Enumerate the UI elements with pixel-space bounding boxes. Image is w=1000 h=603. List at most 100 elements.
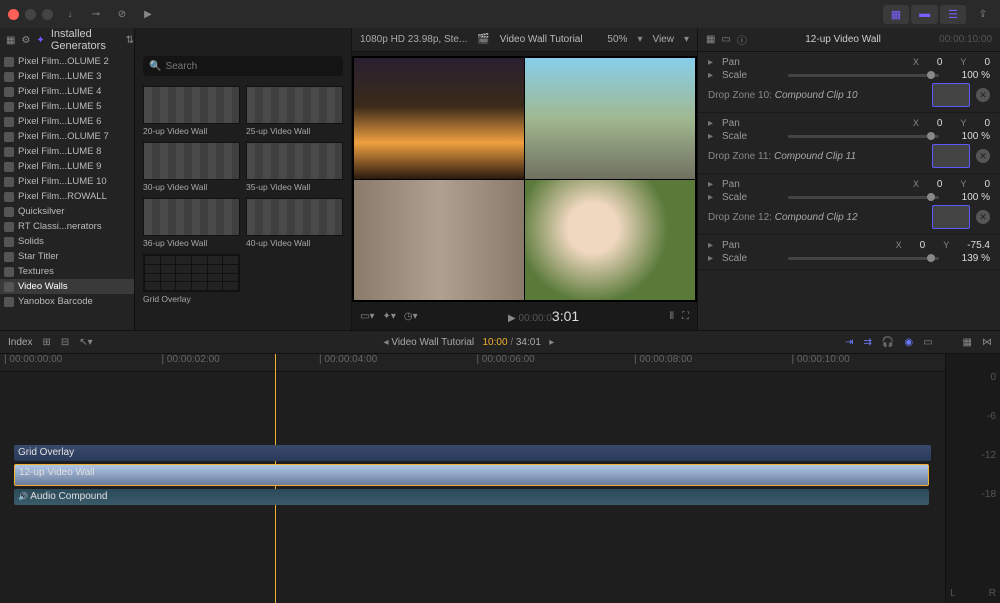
generator-item[interactable]: 30-up Video Wall xyxy=(143,142,240,192)
chevron-down-icon[interactable]: ▾ xyxy=(684,34,689,45)
library-icon[interactable]: ▦ xyxy=(6,35,15,46)
clip-appearance-icon[interactable]: ▭ xyxy=(923,337,932,348)
viewer-quadrant xyxy=(354,180,524,301)
generator-label: 36-up Video Wall xyxy=(143,238,240,248)
clear-icon[interactable]: ✕ xyxy=(976,88,990,102)
generator-label: 20-up Video Wall xyxy=(143,126,240,136)
generator-label: 30-up Video Wall xyxy=(143,182,240,192)
index-button[interactable]: Index xyxy=(8,337,32,348)
workspace-buttons: ▦ ▬ ☰ xyxy=(883,5,966,24)
clip-main[interactable]: 12-up Video Wall xyxy=(14,464,929,486)
snap-icon[interactable]: ⇥ xyxy=(845,337,853,348)
project-name: Video Wall Tutorial xyxy=(500,34,583,45)
import-icon[interactable]: ↓ xyxy=(61,9,79,20)
video-tab-icon[interactable]: ▦ xyxy=(706,34,715,45)
titlebar: ↓ ⊸ ⊘ ▶ ▦ ▬ ☰ ⇪ xyxy=(0,0,1000,28)
sidebar-item[interactable]: Pixel Film...LUME 4 xyxy=(0,84,134,99)
sort-icon[interactable]: ⇅ xyxy=(126,35,134,46)
drop-zone-group: ▸PanX0Y0▸Scale100 %Drop Zone 12: Compoun… xyxy=(698,174,1000,235)
clip-duration: 00:00:10:00 xyxy=(939,34,992,45)
generator-label: 40-up Video Wall xyxy=(246,238,343,248)
inspector-toggle[interactable]: ☰ xyxy=(940,5,966,24)
share-icon[interactable]: ⇪ xyxy=(974,9,992,20)
effects-browser-icon[interactable]: ▦ xyxy=(963,337,972,348)
adjust-icon[interactable]: ▭▾ xyxy=(360,311,374,322)
view-menu[interactable]: View xyxy=(652,34,674,45)
keyword-icon[interactable]: ⊸ xyxy=(87,9,105,20)
sidebar-item[interactable]: Pixel Film...LUME 6 xyxy=(0,114,134,129)
generator-item[interactable]: Grid Overlay xyxy=(143,254,240,304)
generator-item[interactable]: 20-up Video Wall xyxy=(143,86,240,136)
sidebar-item[interactable]: Pixel Film...LUME 3 xyxy=(0,69,134,84)
timeline[interactable]: | 00:00:00:00| 00:00:02:00| 00:00:04:00|… xyxy=(0,354,1000,603)
minimize-icon[interactable] xyxy=(25,9,36,20)
sidebar-item[interactable]: Pixel Film...OLUME 7 xyxy=(0,129,134,144)
sidebar-item[interactable]: Pixel Film...ROWALL xyxy=(0,189,134,204)
history-back-icon[interactable]: ◂ xyxy=(384,337,389,348)
sidebar-item[interactable]: Pixel Film...LUME 8 xyxy=(0,144,134,159)
viewer-quadrant xyxy=(525,58,695,179)
timecode[interactable]: 00:00:03:01 xyxy=(519,313,580,324)
sidebar-item[interactable]: Solids xyxy=(0,234,134,249)
viewer-canvas[interactable] xyxy=(352,56,697,302)
retime-icon[interactable]: ◷▾ xyxy=(404,311,418,322)
arrow-tool-icon[interactable]: ↖▾ xyxy=(79,337,92,348)
sidebar-item[interactable]: Pixel Film...LUME 10 xyxy=(0,174,134,189)
loop-icon[interactable]: ⦀ xyxy=(670,311,674,322)
sidebar-item[interactable]: Star Titler xyxy=(0,249,134,264)
timeline-project: Video Wall Tutorial xyxy=(391,337,474,348)
history-fwd-icon[interactable]: ▸ xyxy=(544,337,555,348)
sidebar-item[interactable]: Quicksilver xyxy=(0,204,134,219)
generator-item[interactable]: 35-up Video Wall xyxy=(246,142,343,192)
effects-icon[interactable]: ✦▾ xyxy=(382,311,395,322)
bg-tasks-icon[interactable]: ⊘ xyxy=(113,9,131,20)
play-icon[interactable]: ▶ xyxy=(139,9,157,20)
timeline-current: 10:00 xyxy=(483,337,508,348)
drop-zone-thumb[interactable] xyxy=(932,83,970,107)
search-icon: 🔍 xyxy=(149,61,161,72)
sidebar-item[interactable]: RT Classi...nerators xyxy=(0,219,134,234)
browser-title[interactable]: Installed Generators xyxy=(51,28,120,52)
play-button[interactable]: ▶ xyxy=(508,313,516,324)
browser-header: ▦ ⚙ ✦ Installed Generators ⇅ xyxy=(0,28,134,52)
trim-icon[interactable]: ⊞ xyxy=(42,337,50,348)
solo-icon[interactable]: ◉ xyxy=(904,337,913,348)
generators-icon[interactable]: ✦ xyxy=(36,35,44,46)
clear-icon[interactable]: ✕ xyxy=(976,210,990,224)
drop-zone-thumb[interactable] xyxy=(932,205,970,229)
generator-tab-icon[interactable]: ▭ xyxy=(721,34,730,45)
drop-zone-thumb[interactable] xyxy=(932,144,970,168)
time-ruler[interactable]: | 00:00:00:00| 00:00:02:00| 00:00:04:00|… xyxy=(0,354,945,372)
skimming-icon[interactable]: ⇉ xyxy=(864,337,872,348)
sidebar-item[interactable]: Video Walls xyxy=(0,279,134,294)
clip-overlay[interactable]: Grid Overlay xyxy=(14,445,931,461)
viewer-quadrant xyxy=(354,58,524,179)
audio-skim-icon[interactable]: 🎧 xyxy=(882,337,894,348)
sidebar-item[interactable]: Pixel Film...OLUME 2 xyxy=(0,54,134,69)
generator-item[interactable]: 36-up Video Wall xyxy=(143,198,240,248)
generator-item[interactable]: 25-up Video Wall xyxy=(246,86,343,136)
browser-toggle[interactable]: ▦ xyxy=(883,5,909,24)
search-input[interactable]: 🔍 Search xyxy=(143,56,343,76)
sidebar-item[interactable]: Yanobox Barcode xyxy=(0,294,134,309)
clip-audio[interactable]: 🔊 Audio Compound xyxy=(14,489,929,505)
zoom-icon[interactable] xyxy=(42,9,53,20)
generator-label: 35-up Video Wall xyxy=(246,182,343,192)
sidebar-item[interactable]: Pixel Film...LUME 9 xyxy=(0,159,134,174)
tools-icon[interactable]: ⊟ xyxy=(61,337,69,348)
timeline-toggle[interactable]: ▬ xyxy=(911,5,938,24)
close-icon[interactable] xyxy=(8,9,19,20)
sidebar-item[interactable]: Pixel Film...LUME 5 xyxy=(0,99,134,114)
info-tab-icon[interactable]: ⓘ xyxy=(737,32,747,47)
photos-icon[interactable]: ⚙ xyxy=(21,35,30,46)
clapper-icon[interactable]: 🎬 xyxy=(477,34,489,45)
fullscreen-icon[interactable]: ⛶ xyxy=(682,311,689,322)
generator-item[interactable]: 40-up Video Wall xyxy=(246,198,343,248)
chevron-down-icon[interactable]: ▾ xyxy=(637,34,642,45)
clear-icon[interactable]: ✕ xyxy=(976,149,990,163)
zoom-menu[interactable]: 50% xyxy=(607,34,627,45)
drop-zone-group: ▸PanX0Y0▸Scale100 %Drop Zone 11: Compoun… xyxy=(698,113,1000,174)
audio-meters: 0-6-12-18 LR xyxy=(945,354,1000,603)
sidebar-item[interactable]: Textures xyxy=(0,264,134,279)
transitions-icon[interactable]: ⋈ xyxy=(982,337,992,348)
